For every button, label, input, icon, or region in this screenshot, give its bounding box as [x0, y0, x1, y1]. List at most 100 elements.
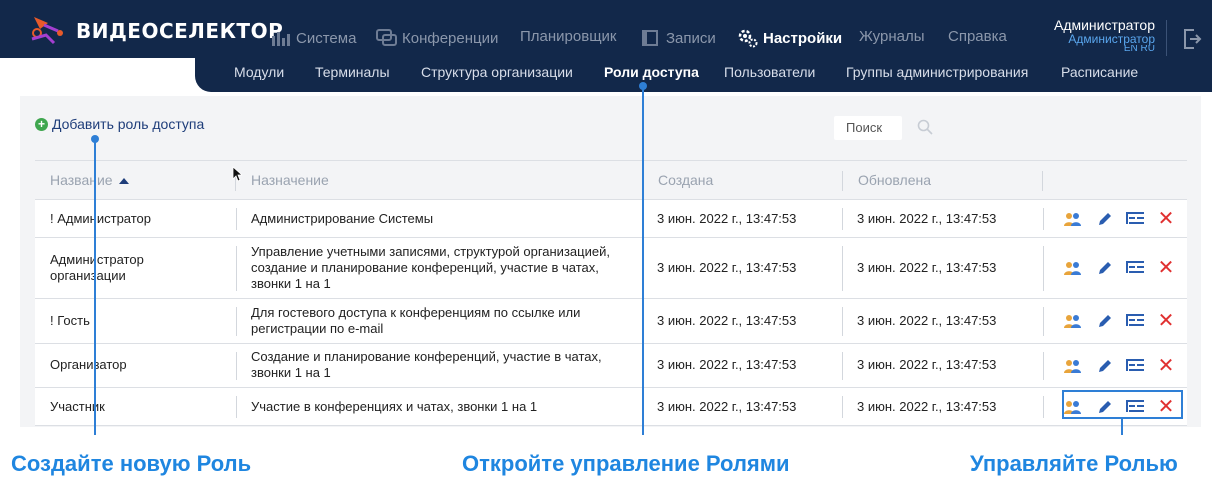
pencil-icon[interactable]	[1094, 209, 1114, 229]
plus-circle-icon: +	[35, 117, 48, 131]
pencil-icon[interactable]	[1094, 258, 1114, 278]
nav-item-scheduler[interactable]: Планировщик	[520, 28, 616, 45]
cell-divider	[236, 352, 237, 380]
column-divider[interactable]	[1042, 171, 1043, 191]
table-row[interactable]: Участник Участие в конференциях и чатах,…	[35, 388, 1187, 426]
navbar-divider	[1166, 20, 1167, 56]
nav-item-label: Настройки	[763, 29, 843, 47]
search-icon[interactable]	[916, 118, 934, 136]
role-created: 3 июн. 2022 г., 13:47:53	[657, 399, 797, 414]
nav-item-system[interactable]: Система	[270, 28, 356, 48]
subnav-item-modules[interactable]: Модули	[234, 64, 284, 80]
cell-divider	[842, 352, 843, 380]
table-row[interactable]: ! Администратор Администрирование Систем…	[35, 200, 1187, 238]
nav-item-records[interactable]: Записи	[640, 28, 716, 48]
row-actions-highlight	[1062, 390, 1183, 419]
role-created: 3 июн. 2022 г., 13:47:53	[657, 260, 797, 275]
callout-line	[94, 139, 96, 435]
role-purpose: Создание и планирование конференций, уча…	[251, 349, 602, 380]
chat-bubbles-icon	[376, 29, 397, 46]
pencil-icon[interactable]	[1094, 356, 1114, 376]
role-purpose: Для гостевого доступа к конференциям по …	[251, 305, 581, 336]
role-updated: 3 июн. 2022 г., 13:47:53	[857, 357, 997, 372]
nav-item-journals[interactable]: Журналы	[859, 28, 925, 45]
cell-divider	[236, 208, 237, 230]
add-role-button[interactable]: + Добавить роль доступа	[35, 116, 204, 132]
subnav-item-users[interactable]: Пользователи	[724, 64, 815, 80]
role-updated: 3 июн. 2022 г., 13:47:53	[857, 313, 997, 328]
column-header-name[interactable]: Название	[50, 172, 129, 188]
subnav-item-schedule[interactable]: Расписание	[1061, 64, 1138, 80]
delete-icon[interactable]: ✕	[1156, 209, 1176, 229]
nav-item-label: Записи	[666, 29, 716, 47]
role-purpose: Участие в конференциях и чатах, звонки 1…	[251, 399, 538, 414]
brand-logo[interactable]: ВИДЕОСЕЛЕКТОР	[26, 14, 283, 48]
cell-divider	[236, 307, 237, 336]
hierarchy-icon[interactable]	[1125, 356, 1145, 376]
table-header: Название Назначение Создана Обновлена	[35, 160, 1187, 200]
brand-name: ВИДЕОСЕЛЕКТОР	[76, 19, 284, 43]
role-purpose: Управление учетными записями, структурой…	[251, 244, 610, 291]
column-divider[interactable]	[842, 171, 843, 191]
role-name: Участник	[50, 399, 105, 414]
logout-icon[interactable]	[1182, 27, 1202, 51]
logo-mark-icon	[31, 17, 63, 45]
subnav-item-admin-groups[interactable]: Группы администрирования	[846, 64, 1028, 80]
cell-divider	[842, 208, 843, 230]
column-header-created[interactable]: Создана	[658, 172, 713, 188]
callout-open-roles: Откройте управление Ролями	[462, 451, 790, 476]
role-name: ! Администратор	[50, 211, 152, 226]
cell-divider	[842, 246, 843, 291]
nav-item-label: Журналы	[859, 28, 925, 45]
role-name: ! Гость	[50, 313, 90, 328]
row-actions: ✕	[1063, 258, 1187, 278]
cell-divider	[1043, 307, 1044, 336]
role-updated: 3 июн. 2022 г., 13:47:53	[857, 211, 997, 226]
column-header-purpose[interactable]: Назначение	[251, 172, 329, 188]
users-icon[interactable]	[1063, 311, 1083, 331]
subnav-item-terminals[interactable]: Терминалы	[315, 64, 390, 80]
bar-chart-icon	[272, 32, 290, 46]
table-row[interactable]: ! Гость Для гостевого доступа к конферен…	[35, 299, 1187, 344]
hierarchy-icon[interactable]	[1125, 311, 1145, 331]
callout-manage-role: Управляйте Ролью	[970, 451, 1178, 476]
nav-item-label: Система	[296, 29, 357, 47]
film-icon	[642, 30, 658, 46]
cell-divider	[842, 307, 843, 336]
mouse-cursor-icon	[232, 166, 242, 182]
role-created: 3 июн. 2022 г., 13:47:53	[657, 357, 797, 372]
pencil-icon[interactable]	[1094, 311, 1114, 331]
subnav-item-org-structure[interactable]: Структура организации	[421, 64, 573, 80]
cell-divider	[236, 246, 237, 291]
delete-icon[interactable]: ✕	[1156, 356, 1176, 376]
user-menu[interactable]: Администратор Администратор EN RU	[1053, 17, 1155, 51]
callout-create-role: Создайте новую Роль	[11, 451, 252, 476]
role-purpose: Администрирование Системы	[251, 211, 434, 226]
cell-divider	[1043, 208, 1044, 230]
nav-item-label: Конференции	[402, 29, 499, 47]
cell-divider	[236, 396, 237, 418]
gears-icon	[738, 29, 758, 48]
column-header-updated[interactable]: Обновлена	[858, 172, 931, 188]
users-icon[interactable]	[1063, 209, 1083, 229]
hierarchy-icon[interactable]	[1125, 209, 1145, 229]
user-role: Администратор	[1068, 32, 1155, 46]
users-icon[interactable]	[1063, 258, 1083, 278]
cell-divider	[842, 396, 843, 418]
role-created: 3 июн. 2022 г., 13:47:53	[657, 211, 797, 226]
hierarchy-icon[interactable]	[1125, 258, 1145, 278]
users-icon[interactable]	[1063, 356, 1083, 376]
cell-divider	[1043, 246, 1044, 291]
table-row[interactable]: Администратор организации Управление уче…	[35, 238, 1187, 299]
subnav-item-access-roles[interactable]: Роли доступа	[604, 64, 699, 80]
role-updated: 3 июн. 2022 г., 13:47:53	[857, 399, 997, 414]
delete-icon[interactable]: ✕	[1156, 258, 1176, 278]
nav-item-settings[interactable]: Настройки	[737, 28, 842, 48]
delete-icon[interactable]: ✕	[1156, 311, 1176, 331]
nav-item-help[interactable]: Справка	[948, 28, 1007, 45]
table-row[interactable]: Организатор Создание и планирование конф…	[35, 344, 1187, 388]
user-name: Администратор	[1053, 17, 1155, 33]
nav-item-conferences[interactable]: Конференции	[376, 28, 498, 48]
search-input[interactable]: Поиск	[834, 116, 902, 140]
callout-line	[642, 86, 644, 435]
